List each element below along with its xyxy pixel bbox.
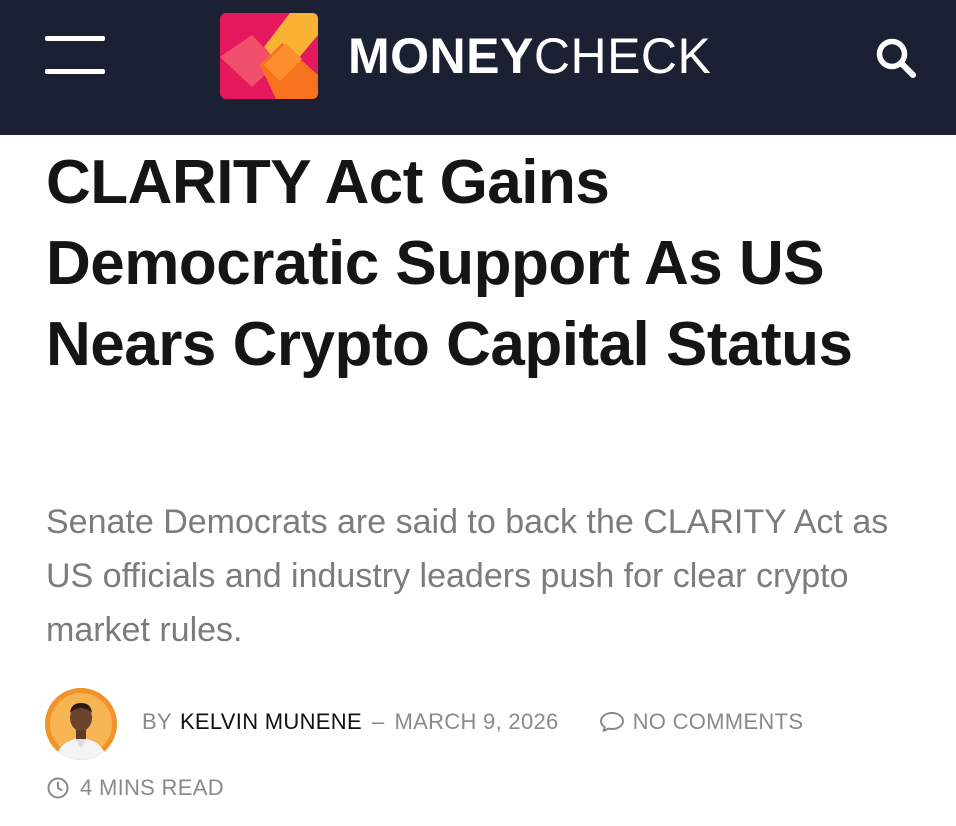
- article-title: CLARITY Act Gains Democratic Support As …: [46, 148, 853, 379]
- search-icon[interactable]: [874, 36, 918, 80]
- author-name-link[interactable]: KELVIN MUNENE: [180, 709, 362, 735]
- article-byline: BY KELVIN MUNENE – MARCH 9, 2026 NO COMM…: [142, 706, 803, 738]
- site-header: MONEYCHECK: [0, 0, 956, 135]
- byline-separator: –: [371, 709, 385, 734]
- publish-date: MARCH 9, 2026: [394, 709, 559, 734]
- read-time-label: 4 MINS READ: [80, 775, 224, 800]
- brand-name-primary: MONEY: [348, 28, 534, 84]
- comment-bubble-icon: [599, 712, 624, 732]
- comments-link[interactable]: NO COMMENTS: [599, 709, 804, 735]
- read-time: 4 MINS READ: [46, 772, 224, 804]
- author-avatar[interactable]: [45, 688, 117, 760]
- site-logo[interactable]: MONEYCHECK: [220, 12, 711, 100]
- byline-by-label: BY: [142, 709, 172, 734]
- hamburger-menu-icon[interactable]: [45, 36, 105, 76]
- brand-name: MONEYCHECK: [348, 31, 711, 81]
- brand-name-secondary: CHECK: [533, 28, 712, 84]
- comments-count-label: NO COMMENTS: [632, 709, 804, 734]
- clock-icon: [47, 777, 69, 799]
- article-subtitle: Senate Democrats are said to back the CL…: [46, 503, 889, 649]
- moneycheck-logo-icon: [220, 13, 318, 99]
